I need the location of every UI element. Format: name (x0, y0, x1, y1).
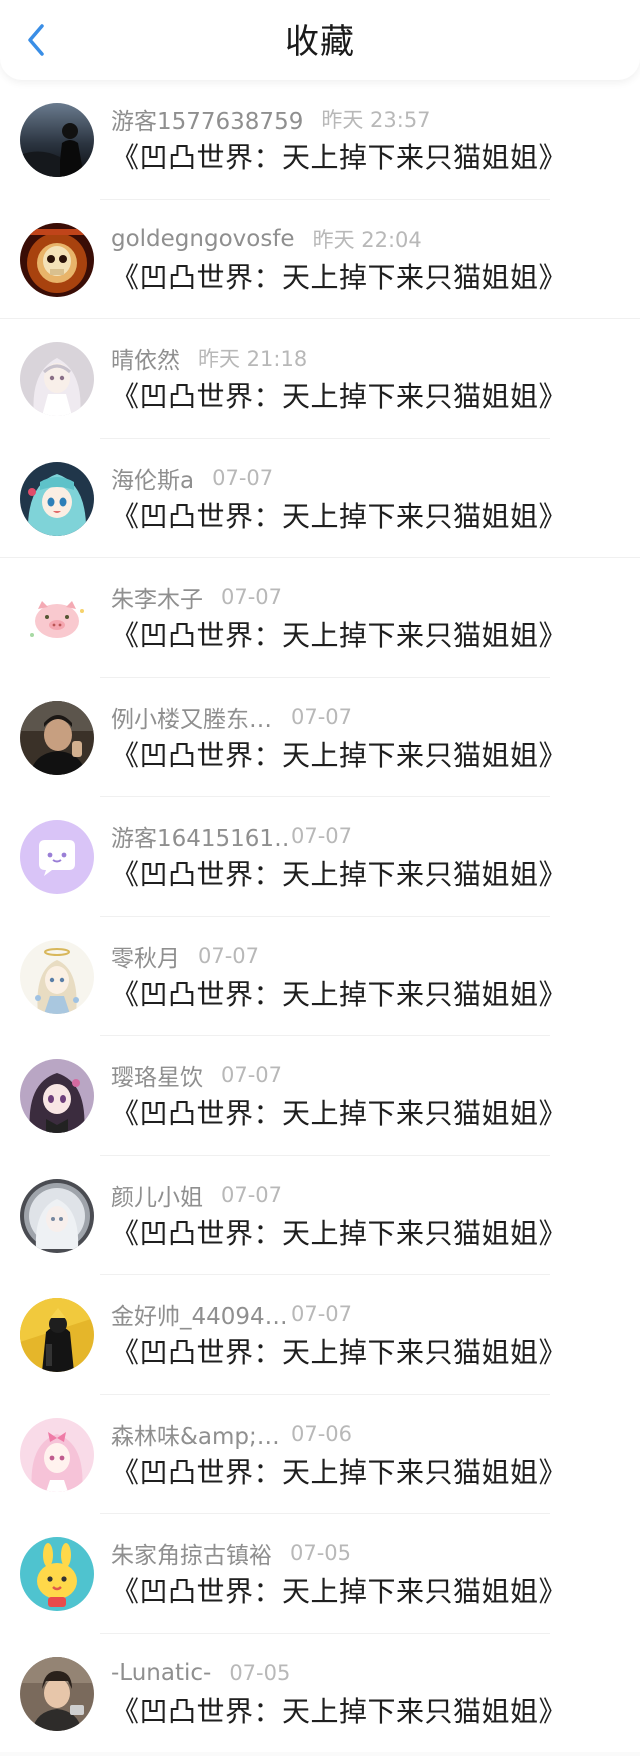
timestamp: 07-06 (291, 1421, 353, 1446)
avatar[interactable] (20, 1298, 94, 1372)
avatar[interactable] (20, 1178, 94, 1253)
timestamp: 07-07 (221, 1063, 283, 1087)
avatar[interactable] (20, 581, 94, 655)
work-title[interactable]: 《凹凸世界：天上掉下来只猫姐姐》 (111, 736, 567, 776)
work-title[interactable]: 《凹凸世界：天上掉下来只猫姐姐》 (111, 1692, 567, 1732)
user-name: 金好帅_44094… (111, 1304, 288, 1330)
timestamp: 昨天 21:18 (198, 347, 308, 371)
list-item[interactable]: 金好帅_44094… 07-07 《凹凸世界：天上掉下来只猫姐姐》 (0, 1275, 640, 1395)
timestamp: 昨天 22:04 (312, 227, 422, 252)
list-item[interactable]: 璎珞星饮 07-07 《凹凸世界：天上掉下来只猫姐姐》 (0, 1036, 640, 1156)
timestamp: 07-07 (291, 704, 353, 729)
timestamp: 07-07 (291, 824, 353, 848)
timestamp: 07-07 (221, 1182, 283, 1207)
user-name: 例小楼又塍东… (111, 706, 272, 733)
timestamp: 07-07 (198, 943, 260, 968)
favorites-list: 游客1577638759 昨天 23:57 《凹凸世界：天上掉下来只猫姐姐》 g… (0, 80, 640, 1753)
work-title[interactable]: 《凹凸世界：天上掉下来只猫姐姐》 (111, 616, 567, 656)
user-name: 朱李木子 (111, 587, 203, 613)
avatar[interactable] (20, 700, 94, 775)
work-title[interactable]: 《凹凸世界：天上掉下来只猫姐姐》 (111, 855, 567, 895)
list-item[interactable]: -Lunatic- 07-05 《凹凸世界：天上掉下来只猫姐姐》 (0, 1634, 640, 1754)
work-title[interactable]: 《凹凸世界：天上掉下来只猫姐姐》 (111, 258, 567, 298)
avatar[interactable] (20, 103, 94, 177)
list-item[interactable]: goldegngovosfe 昨天 22:04 《凹凸世界：天上掉下来只猫姐姐》 (0, 200, 640, 319)
list-item[interactable]: 森林味&amp;… 07-06 《凹凸世界：天上掉下来只猫姐姐》 (0, 1395, 640, 1514)
work-title[interactable]: 《凹凸世界：天上掉下来只猫姐姐》 (111, 138, 567, 178)
list-item[interactable]: 朱家角掠古镇裕 07-05 《凹凸世界：天上掉下来只猫姐姐》 (0, 1514, 640, 1634)
timestamp: 07-05 (290, 1541, 352, 1565)
top-bar: 收藏 (0, 0, 640, 80)
timestamp: 07-07 (291, 1302, 353, 1326)
timestamp: 07-07 (221, 585, 283, 609)
avatar[interactable] (20, 342, 94, 416)
work-title[interactable]: 《凹凸世界：天上掉下来只猫姐姐》 (111, 497, 567, 537)
page-title: 收藏 (285, 22, 355, 62)
user-name: 海伦斯a (111, 467, 195, 494)
avatar[interactable] (20, 1059, 94, 1133)
user-name: 森林味&amp;… (111, 1423, 280, 1450)
work-title[interactable]: 《凹凸世界：天上掉下来只猫姐姐》 (111, 1572, 567, 1612)
work-title[interactable]: 《凹凸世界：天上掉下来只猫姐姐》 (111, 975, 567, 1015)
timestamp: 昨天 23:57 (321, 108, 431, 132)
work-title[interactable]: 《凹凸世界：天上掉下来只猫姐姐》 (111, 1214, 567, 1254)
user-name: 零秋月 (111, 945, 180, 972)
user-name: 璎珞星饮 (111, 1065, 203, 1091)
work-title[interactable]: 《凹凸世界：天上掉下来只猫姐姐》 (111, 1333, 567, 1373)
work-title[interactable]: 《凹凸世界：天上掉下来只猫姐姐》 (111, 377, 567, 417)
user-name: 游客16415161… (111, 826, 291, 852)
timestamp: 07-07 (212, 465, 274, 490)
user-name: 颜儿小姐 (111, 1184, 203, 1211)
user-name: -Lunatic- (111, 1659, 212, 1686)
user-name: 晴依然 (111, 348, 180, 374)
user-name: 游客1577638759 (111, 109, 304, 135)
avatar[interactable] (20, 1417, 94, 1492)
list-item[interactable]: 颜儿小姐 07-07 《凹凸世界：天上掉下来只猫姐姐》 (0, 1156, 640, 1275)
list-item[interactable]: 朱李木子 07-07 《凹凸世界：天上掉下来只猫姐姐》 (0, 558, 640, 678)
avatar[interactable] (20, 461, 94, 536)
list-item[interactable]: 晴依然 昨天 21:18 《凹凸世界：天上掉下来只猫姐姐》 (0, 319, 640, 439)
timestamp: 07-05 (229, 1660, 291, 1685)
list-item[interactable]: 游客16415161… 07-07 《凹凸世界：天上掉下来只猫姐姐》 (0, 797, 640, 917)
bottom-edge (0, 1752, 640, 1756)
work-title[interactable]: 《凹凸世界：天上掉下来只猫姐姐》 (111, 1453, 567, 1493)
avatar[interactable] (20, 1656, 94, 1731)
list-item[interactable]: 例小楼又塍东… 07-07 《凹凸世界：天上掉下来只猫姐姐》 (0, 678, 640, 797)
avatar[interactable] (20, 1537, 94, 1611)
user-name: goldegngovosfe (111, 225, 295, 252)
list-item[interactable]: 零秋月 07-07 《凹凸世界：天上掉下来只猫姐姐》 (0, 917, 640, 1036)
avatar[interactable] (20, 939, 94, 1014)
work-title[interactable]: 《凹凸世界：天上掉下来只猫姐姐》 (111, 1094, 567, 1134)
list-item[interactable]: 游客1577638759 昨天 23:57 《凹凸世界：天上掉下来只猫姐姐》 (0, 80, 640, 200)
list-item[interactable]: 海伦斯a 07-07 《凹凸世界：天上掉下来只猫姐姐》 (0, 439, 640, 558)
avatar[interactable] (20, 222, 94, 297)
user-name: 朱家角掠古镇裕 (111, 1543, 272, 1569)
avatar[interactable] (20, 820, 94, 894)
